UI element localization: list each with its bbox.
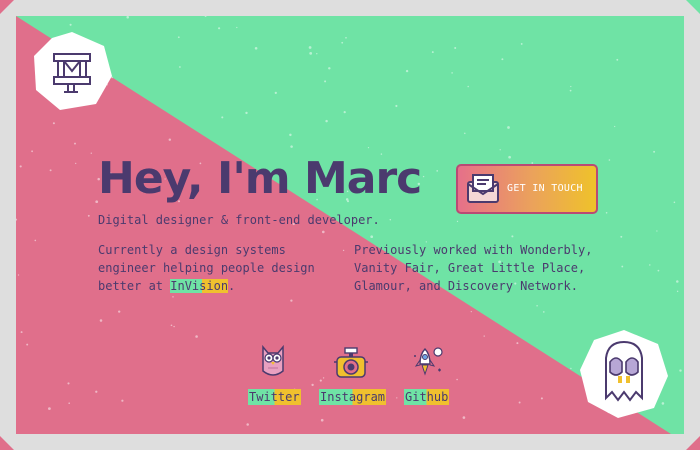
ghost-icon <box>580 330 668 418</box>
mascot-badge <box>578 328 670 424</box>
get-in-touch-label: GET IN TOUCH <box>507 183 583 194</box>
camera-icon <box>334 347 368 378</box>
get-in-touch-button[interactable]: GET IN TOUCH <box>456 164 598 214</box>
page-title: Hey, I'm Marc <box>98 153 422 204</box>
instagram-link-icon-wrap[interactable] <box>334 346 368 386</box>
logo-badge <box>34 32 112 110</box>
invision-link[interactable]: InVision <box>170 279 229 293</box>
owl-icon <box>262 344 284 376</box>
bio-previous: Previously worked with Wonderbly, Vanity… <box>354 243 593 293</box>
github-link[interactable]: Github <box>404 389 450 405</box>
mail-envelope-icon <box>467 174 499 203</box>
bio-current: Currently a design systems engineer help… <box>98 241 338 295</box>
logo[interactable] <box>30 30 114 118</box>
instagram-link[interactable]: Instagram <box>319 389 387 405</box>
bio-current-period: . <box>228 279 236 293</box>
page-frame: Hey, I'm Marc Digital designer & front-e… <box>0 0 700 450</box>
rocket-icon <box>414 347 443 376</box>
github-link-icon-wrap[interactable] <box>410 346 446 386</box>
twitter-link-icon-wrap[interactable] <box>259 341 287 383</box>
tagline: Digital designer & front-end developer. <box>98 213 380 227</box>
twitter-link[interactable]: Twitter <box>248 389 301 405</box>
